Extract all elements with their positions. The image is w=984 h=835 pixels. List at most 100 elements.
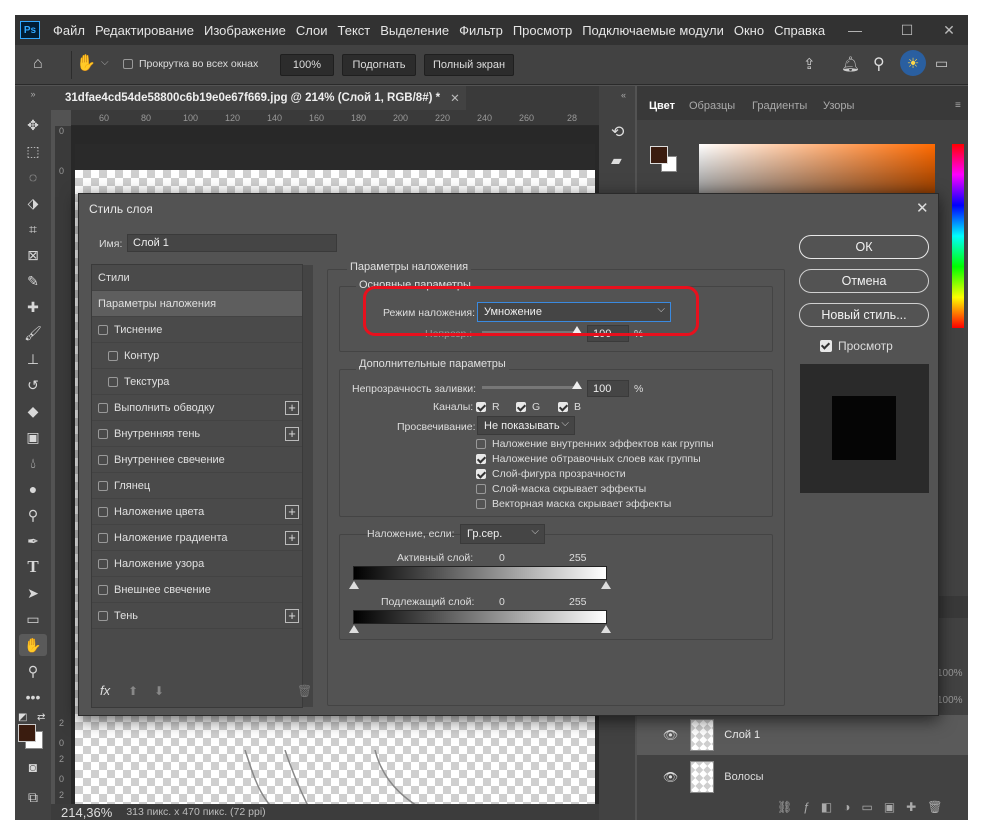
- style-item[interactable]: Контур: [92, 343, 302, 369]
- menu-image[interactable]: Изображение: [199, 23, 291, 38]
- checkbox-icon[interactable]: [108, 376, 118, 387]
- tab-swatches[interactable]: Образцы: [683, 96, 741, 116]
- cancel-button[interactable]: Отмена: [799, 269, 929, 293]
- layer-name-input[interactable]: Слой 1: [127, 234, 337, 252]
- style-item[interactable]: Внешнее свечение: [92, 577, 302, 603]
- menu-file[interactable]: Файл: [48, 23, 90, 38]
- fit-screen-button[interactable]: Подогнать: [342, 54, 416, 76]
- fg-color-chip[interactable]: [650, 146, 668, 164]
- add-effect-plus-icon[interactable]: +: [285, 608, 299, 623]
- channel-r-checkbox[interactable]: R: [476, 401, 500, 413]
- add-effect-plus-icon[interactable]: +: [285, 426, 299, 441]
- close-tab-icon[interactable]: ✕: [450, 91, 460, 105]
- styles-scrollbar[interactable]: [303, 265, 313, 707]
- checkbox-icon[interactable]: [98, 532, 108, 543]
- layer-action-icons[interactable]: ⛓ƒ◧◑▭▣✚🗑︎: [777, 800, 953, 814]
- add-effect-plus-icon[interactable]: +: [285, 504, 299, 519]
- scroll-all-windows-checkbox[interactable]: Прокрутка во всех окнах: [123, 58, 258, 70]
- panel-menu-icon[interactable]: ≡: [955, 100, 961, 111]
- gradient-tool-icon[interactable]: ▣: [19, 426, 47, 448]
- underlying-layer-gradient[interactable]: [353, 610, 607, 624]
- marquee-tool-icon[interactable]: ⬚: [19, 140, 47, 162]
- swap-colors-icon[interactable]: ⇄: [37, 712, 45, 723]
- fill-opacity-slider-thumb[interactable]: [572, 381, 582, 389]
- style-item[interactable]: Стили: [92, 265, 302, 291]
- underlying-white-thumb[interactable]: [601, 625, 611, 633]
- this-layer-white-thumb[interactable]: [601, 581, 611, 589]
- style-item[interactable]: Внутренняя тень +: [92, 421, 302, 447]
- more-tools-icon[interactable]: •••: [19, 686, 47, 708]
- quick-select-tool-icon[interactable]: ⬗: [19, 192, 47, 214]
- comments-panel-icon[interactable]: ▰: [611, 152, 622, 169]
- style-item[interactable]: Наложение узора: [92, 551, 302, 577]
- move-down-arrow-icon[interactable]: ⬇: [154, 684, 164, 698]
- eye-icon[interactable]: 👁︎: [663, 770, 678, 784]
- checkbox-icon[interactable]: [98, 428, 108, 439]
- menu-help[interactable]: Справка: [769, 23, 830, 38]
- frame-tool-icon[interactable]: ⊠: [19, 244, 47, 266]
- move-tool-icon[interactable]: ✥: [19, 114, 47, 136]
- eye-icon[interactable]: 👁︎: [663, 728, 678, 742]
- tab-color[interactable]: Цвет: [643, 96, 681, 116]
- rectangle-tool-icon[interactable]: ▭: [19, 608, 47, 630]
- discover-lightbulb-icon[interactable]: ☀: [900, 50, 926, 76]
- checkbox-icon[interactable]: [98, 480, 108, 491]
- channel-b-checkbox[interactable]: B: [558, 401, 581, 413]
- pen-tool-icon[interactable]: ✒: [19, 530, 47, 552]
- history-brush-icon[interactable]: ↺: [19, 374, 47, 396]
- maximize-icon[interactable]: ☐: [884, 15, 930, 45]
- quick-mask-icon[interactable]: ◙: [19, 756, 47, 778]
- foreground-color-swatch[interactable]: [18, 724, 36, 742]
- fx-icon[interactable]: fx: [100, 683, 110, 698]
- style-item[interactable]: Параметры наложения: [92, 291, 302, 317]
- channel-g-checkbox[interactable]: G: [516, 401, 540, 413]
- collapse-arrows-icon[interactable]: «: [621, 90, 626, 100]
- checkbox-icon[interactable]: [98, 402, 108, 413]
- menu-plugins[interactable]: Подключаемые модули: [577, 23, 729, 38]
- underlying-black-thumb[interactable]: [349, 625, 359, 633]
- advanced-option-checkbox[interactable]: Векторная маска скрывает эффекты: [476, 498, 671, 510]
- close-window-icon[interactable]: ✕: [926, 15, 968, 45]
- layer-name[interactable]: Волосы: [724, 771, 763, 783]
- default-colors-icon[interactable]: ◩: [18, 712, 27, 723]
- style-item[interactable]: Выполнить обводку +: [92, 395, 302, 421]
- zoom-100-button[interactable]: 100%: [280, 54, 334, 76]
- layer-name[interactable]: Слой 1: [724, 729, 760, 741]
- bell-icon[interactable]: 🔔︎: [841, 55, 860, 73]
- advanced-option-checkbox[interactable]: Наложение обтравочных слоев как группы: [476, 453, 701, 465]
- history-panel-icon[interactable]: ⟲: [611, 122, 624, 142]
- menu-edit[interactable]: Редактирование: [90, 23, 199, 38]
- blend-if-select[interactable]: Гр.сер. ⌵: [460, 524, 545, 544]
- brush-tool-icon[interactable]: 🖌︎: [19, 322, 47, 344]
- style-item[interactable]: Текстура: [92, 369, 302, 395]
- menu-type[interactable]: Текст: [333, 23, 376, 38]
- preview-checkbox[interactable]: Просмотр: [820, 339, 893, 353]
- full-screen-button[interactable]: Полный экран: [424, 54, 514, 76]
- share-icon[interactable]: ⇪: [803, 55, 816, 73]
- trash-icon[interactable]: 🗑︎: [297, 684, 312, 698]
- screen-mode-icon[interactable]: ⧉: [19, 786, 47, 808]
- knockout-select[interactable]: Не показывать ⌵: [477, 416, 575, 435]
- style-item[interactable]: Наложение градиента +: [92, 525, 302, 551]
- ok-button[interactable]: ОК: [799, 235, 929, 259]
- layer-row[interactable]: 👁︎ Волосы: [637, 757, 968, 797]
- fill-opacity-slider[interactable]: [482, 386, 579, 389]
- checkbox-icon[interactable]: [98, 610, 108, 621]
- hand-tool-icon[interactable]: ✋: [76, 53, 96, 73]
- menu-layer[interactable]: Слои: [291, 23, 333, 38]
- move-up-arrow-icon[interactable]: ⬆: [128, 684, 138, 698]
- checkbox-icon[interactable]: [108, 350, 118, 361]
- add-effect-plus-icon[interactable]: +: [285, 400, 299, 415]
- new-style-button[interactable]: Новый стиль...: [799, 303, 929, 327]
- this-layer-black-thumb[interactable]: [349, 581, 359, 589]
- style-item[interactable]: Наложение цвета +: [92, 499, 302, 525]
- add-effect-plus-icon[interactable]: +: [285, 530, 299, 545]
- advanced-option-checkbox[interactable]: Слой-фигура прозрачности: [476, 468, 626, 480]
- hue-slider[interactable]: [952, 144, 964, 328]
- workspace-icon[interactable]: ▭: [935, 55, 948, 72]
- zoom-tool-icon[interactable]: ⚲: [19, 660, 47, 682]
- zoom-magnifier-icon[interactable]: ⚲: [19, 504, 47, 526]
- blur-tool-icon[interactable]: 💧︎: [19, 452, 47, 474]
- style-item[interactable]: Внутреннее свечение: [92, 447, 302, 473]
- advanced-option-checkbox[interactable]: Наложение внутренних эффектов как группы: [476, 438, 714, 450]
